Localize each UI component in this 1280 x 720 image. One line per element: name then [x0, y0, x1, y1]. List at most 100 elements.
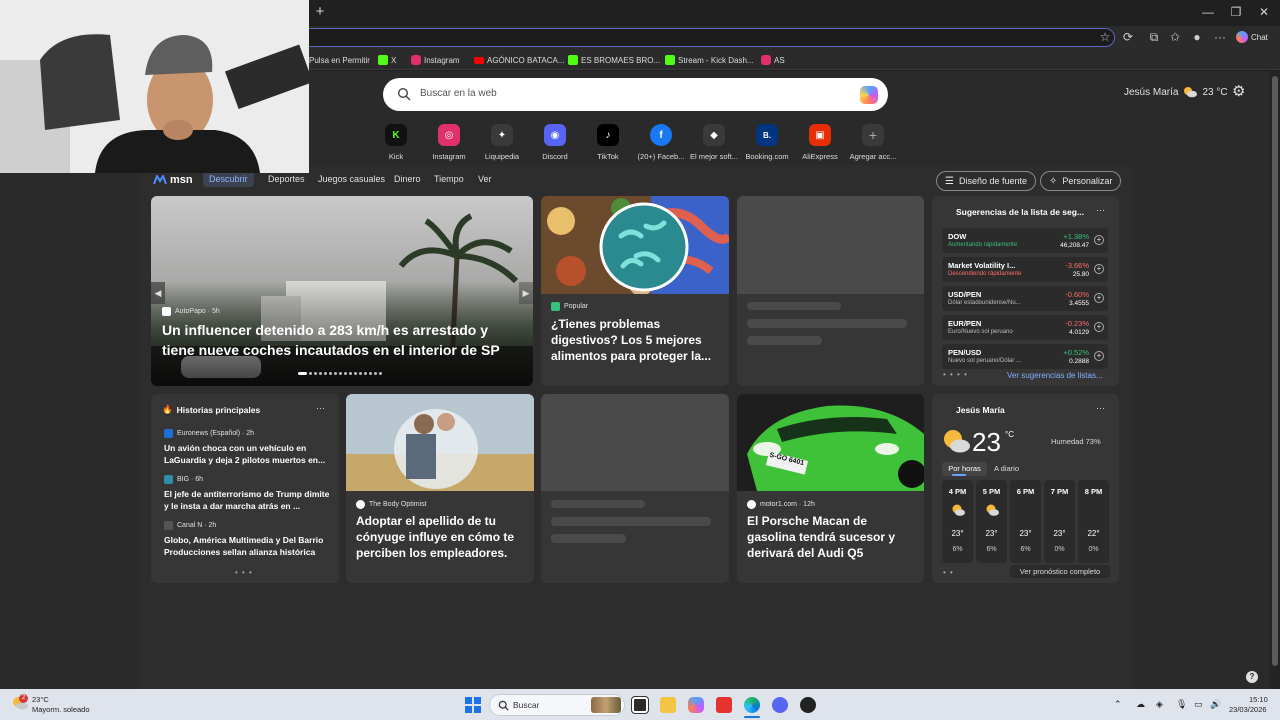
hero-news-card[interactable]: ◀ ▶ AutoPapo · 5h Un influencer detenido… — [151, 196, 533, 386]
favorite-star-icon[interactable]: ☆ — [1098, 30, 1112, 44]
favorite-item[interactable]: AGÓNICO BATACA... — [474, 53, 565, 67]
stock-row[interactable]: USD/PEN Dólar estadounidense/Nu... -0.60% 3… — [942, 286, 1108, 311]
copilot-icon[interactable] — [860, 86, 878, 104]
chat-button[interactable]: Chat — [1236, 29, 1268, 45]
hourly-forecast-item[interactable]: 7 PM 23° 0% — [1044, 480, 1075, 563]
news-card-porsche[interactable]: S-GO 6401 motor1.com · 12h El Porsche Ma… — [737, 394, 924, 583]
msn-logo[interactable]: msn — [153, 174, 193, 186]
nav-tab-juegos[interactable]: Juegos casuales — [318, 174, 385, 184]
favorite-item[interactable]: Pulsa en Permitir — [309, 53, 370, 67]
web-search-box[interactable]: Buscar en la web — [383, 78, 888, 111]
taskbar-weather-desc[interactable]: Mayorm. soleado — [32, 705, 90, 714]
volume-icon[interactable]: 🔊 — [1210, 699, 1221, 710]
quicklink-kick[interactable]: K Kick — [366, 124, 426, 161]
add-to-watchlist-icon[interactable]: + — [1094, 235, 1104, 245]
extensions-icon[interactable]: ⟳ — [1121, 30, 1135, 44]
font-design-button[interactable]: ☰ Diseño de fuente — [936, 171, 1037, 191]
nav-tab-ver[interactable]: Ver — [478, 174, 492, 184]
card-headline[interactable]: ¿Tienes problemas digestivos? Los 5 mejo… — [551, 316, 721, 364]
favorites-icon[interactable]: ✩ — [1168, 30, 1182, 44]
file-explorer-icon[interactable] — [660, 697, 676, 713]
story-headline[interactable]: El jefe de antiterrorismo de Trump dimit… — [164, 488, 332, 512]
quicklink-discord[interactable]: ◉ Discord — [525, 124, 585, 161]
wps-office-icon[interactable] — [716, 697, 732, 713]
hourly-forecast-item[interactable]: 8 PM 22° 0% — [1078, 480, 1109, 563]
news-card-wedding[interactable]: The Body Optimist Adoptar el apellido de… — [346, 394, 534, 583]
display-icon[interactable]: ▭ — [1194, 699, 1203, 710]
clock-time[interactable]: 15:10 — [1249, 695, 1268, 704]
task-view-icon[interactable] — [631, 696, 649, 714]
add-to-watchlist-icon[interactable]: + — [1094, 293, 1104, 303]
obs-icon[interactable] — [800, 697, 816, 713]
tab-daily[interactable]: A diario — [994, 462, 1019, 476]
scrollbar-thumb[interactable] — [1272, 76, 1278, 666]
card-headline[interactable]: Adoptar el apellido de tu cónyuge influy… — [356, 513, 526, 561]
close-button[interactable]: ✕ — [1254, 4, 1274, 20]
hourly-forecast-item[interactable]: 6 PM 23° 6% — [1010, 480, 1041, 563]
favorite-item[interactable]: Instagram — [411, 53, 460, 67]
story-headline[interactable]: Un avión choca con un vehículo en LaGuar… — [164, 442, 332, 466]
cloud-icon[interactable]: ☁ — [1136, 699, 1145, 710]
favorite-item[interactable]: ES BROMAES BRO... — [568, 53, 660, 67]
add-to-watchlist-icon[interactable]: + — [1094, 264, 1104, 274]
more-options-icon[interactable]: ··· — [1096, 403, 1105, 413]
carousel-indicators[interactable] — [298, 372, 382, 375]
minimize-button[interactable]: — — [1198, 4, 1218, 20]
news-card-digestive[interactable]: Popular ¿Tienes problemas digestivos? Lo… — [541, 196, 729, 386]
carousel-prev-button[interactable]: ◀ — [151, 282, 165, 304]
full-forecast-link[interactable]: Ver pronóstico completo — [1010, 565, 1110, 578]
stock-row[interactable]: EUR/PEN Euro/Nuevo sol peruano -0.23% 4.012… — [942, 315, 1108, 340]
pagination-dots[interactable]: • • • • — [943, 370, 968, 379]
network-icon[interactable]: ◈ — [1156, 699, 1163, 710]
favorite-item[interactable]: Stream - Kick Dash... — [665, 53, 754, 67]
stock-row[interactable]: DOW Aumentando rápidamente +1.38% 46,208.47… — [942, 228, 1108, 253]
favorite-item[interactable]: X — [378, 53, 396, 67]
split-screen-icon[interactable]: ⧉ — [1147, 30, 1161, 44]
story-headline[interactable]: Globo, América Multimedia y Del Barrio P… — [164, 534, 332, 558]
quicklink-booking[interactable]: B. Booking.com — [737, 124, 797, 161]
quicklink-facebook[interactable]: f (20+) Faceb... — [631, 124, 691, 161]
temp-unit[interactable]: °C — [1005, 430, 1014, 439]
stock-row[interactable]: Market Volatility I... Descendiendo rápid… — [942, 257, 1108, 282]
nav-tab-descubrir[interactable]: Descubrir — [203, 171, 254, 187]
maximize-button[interactable]: ❐ — [1226, 4, 1246, 20]
more-options-icon[interactable]: ··· — [316, 403, 325, 413]
discord-icon[interactable] — [772, 697, 788, 713]
quicklink-tiktok[interactable]: ♪ TikTok — [578, 124, 638, 161]
settings-gear-icon[interactable]: ⚙ — [1232, 84, 1248, 100]
clock-date[interactable]: 23/03/2026 — [1229, 705, 1267, 714]
taskbar-search[interactable]: Buscar — [489, 694, 625, 716]
edge-browser-icon[interactable] — [744, 697, 760, 713]
nav-tab-deportes[interactable]: Deportes — [268, 174, 305, 184]
nav-tab-tiempo[interactable]: Tiempo — [434, 174, 464, 184]
profile-avatar-icon[interactable]: ● — [1190, 30, 1204, 44]
copilot-icon[interactable] — [688, 697, 704, 713]
quicklink-aliexpress[interactable]: ▣ AliExpress — [790, 124, 850, 161]
nav-tab-dinero[interactable]: Dinero — [394, 174, 421, 184]
favorite-item[interactable]: AS — [761, 53, 785, 67]
hero-headline[interactable]: Un influencer detenido a 283 km/h es arr… — [162, 320, 522, 360]
pagination-dots[interactable]: • • • — [235, 568, 253, 577]
add-to-watchlist-icon[interactable]: + — [1094, 351, 1104, 361]
hourly-forecast-item[interactable]: 5 PM 23° 6% — [976, 480, 1007, 563]
stock-row[interactable]: PEN/USD Nuevo sol peruano/Dólar ... +0.52%… — [942, 344, 1108, 369]
carousel-next-button[interactable]: ▶ — [519, 282, 533, 304]
personalize-button[interactable]: ✧ Personalizar — [1040, 171, 1122, 191]
windows-start-icon[interactable] — [465, 697, 481, 713]
hourly-forecast-item[interactable]: 4 PM 23° 6% — [942, 480, 973, 563]
watchlist-link[interactable]: Ver sugerencias de listas... — [1007, 371, 1103, 380]
weather-summary[interactable]: Jesús María 23 °C — [1124, 86, 1228, 98]
quicklink-instagram[interactable]: ◎ Instagram — [419, 124, 479, 161]
chevron-up-icon[interactable]: ⌃ — [1114, 699, 1122, 710]
new-tab-button[interactable]: + — [312, 4, 328, 20]
help-icon[interactable]: ? — [1246, 671, 1258, 683]
address-bar[interactable] — [300, 28, 1115, 47]
more-options-icon[interactable]: ··· — [1096, 205, 1105, 215]
quicklink-liquipedia[interactable]: ✦ Liquipedia — [472, 124, 532, 161]
card-headline[interactable]: El Porsche Macan de gasolina tendrá suce… — [747, 513, 919, 561]
more-menu-icon[interactable]: ··· — [1213, 30, 1227, 44]
add-to-watchlist-icon[interactable]: + — [1094, 322, 1104, 332]
pagination-dots[interactable]: • • — [943, 568, 954, 577]
quicklink-add[interactable]: + Agregar acc... — [843, 124, 903, 161]
quicklink-software[interactable]: ◆ El mejor soft... — [684, 124, 744, 161]
